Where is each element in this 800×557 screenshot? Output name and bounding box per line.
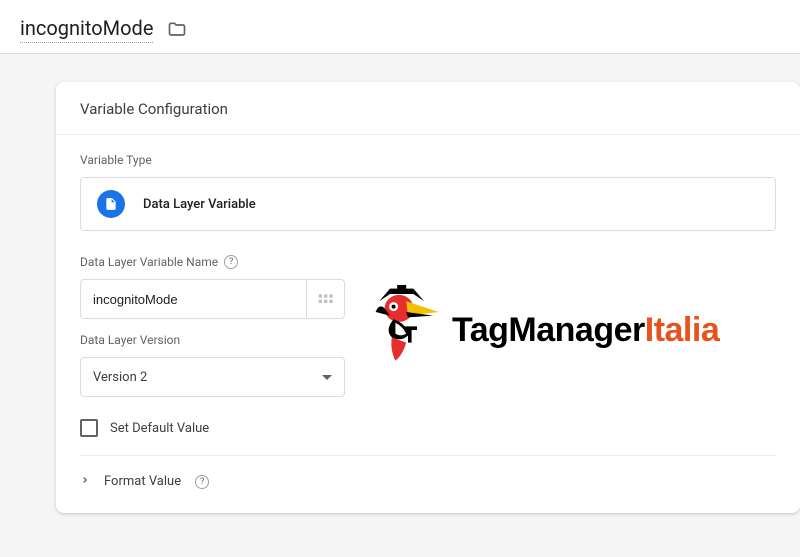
- chevron-down-icon: [322, 375, 332, 380]
- format-value-row[interactable]: Format Value ?: [56, 456, 800, 513]
- folder-icon[interactable]: [167, 20, 187, 40]
- data-layer-icon: [97, 190, 125, 218]
- variable-name-input[interactable]: [81, 280, 306, 318]
- card-title: Variable Configuration: [56, 82, 800, 135]
- version-section: Data Layer Version Version 2: [56, 319, 800, 397]
- variable-type-selector[interactable]: Data Layer Variable: [80, 177, 776, 231]
- variable-name-section: Data Layer Variable Name ?: [56, 237, 800, 319]
- insert-variable-icon[interactable]: [306, 280, 344, 318]
- version-label: Data Layer Version: [80, 333, 345, 347]
- variable-type-value: Data Layer Variable: [143, 197, 256, 212]
- page-header: incognitoMode: [0, 0, 800, 54]
- format-value-label: Format Value: [104, 474, 181, 489]
- variable-config-card: Variable Configuration Variable Type Dat…: [56, 82, 800, 513]
- set-default-label: Set Default Value: [110, 421, 209, 436]
- version-select[interactable]: Version 2: [80, 357, 345, 397]
- set-default-checkbox[interactable]: [80, 419, 98, 437]
- set-default-row[interactable]: Set Default Value: [56, 397, 800, 455]
- variable-type-label: Variable Type: [80, 153, 776, 167]
- chevron-right-icon: [80, 474, 90, 489]
- variable-name-label: Data Layer Variable Name ?: [80, 255, 345, 269]
- help-icon[interactable]: ?: [195, 475, 209, 489]
- version-value: Version 2: [93, 370, 147, 385]
- help-icon[interactable]: ?: [224, 255, 238, 269]
- variable-type-section: Variable Type Data Layer Variable: [56, 135, 800, 231]
- variable-name-title[interactable]: incognitoMode: [20, 16, 153, 43]
- variable-name-input-group: [80, 279, 345, 319]
